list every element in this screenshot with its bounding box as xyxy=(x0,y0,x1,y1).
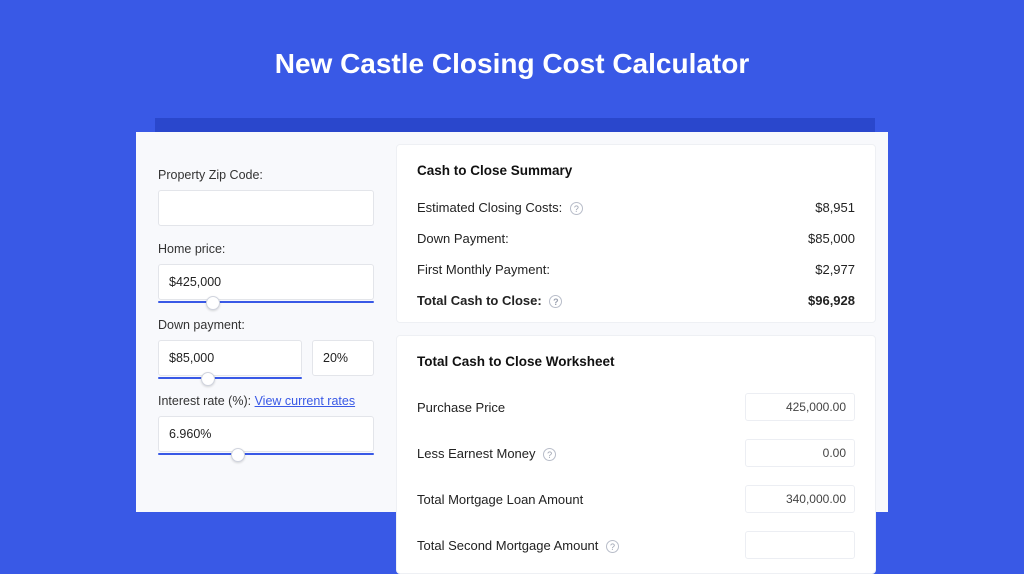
first-value: $2,977 xyxy=(815,262,855,277)
home-price-slider[interactable] xyxy=(158,301,374,303)
down-payment-slider-thumb[interactable] xyxy=(201,372,215,386)
wrow-second: Total Second Mortgage Amount ? xyxy=(417,521,855,567)
home-price-input[interactable] xyxy=(158,264,374,300)
purchase-value[interactable] xyxy=(745,393,855,421)
row-first-payment: First Monthly Payment: $2,977 xyxy=(417,254,855,285)
earnest-value[interactable] xyxy=(745,439,855,467)
down-label: Down Payment: xyxy=(417,231,509,246)
loan-value[interactable] xyxy=(745,485,855,513)
help-icon[interactable]: ? xyxy=(549,295,562,308)
wrow-loan: Total Mortgage Loan Amount xyxy=(417,475,855,521)
total-value: $96,928 xyxy=(808,293,855,308)
page-title: New Castle Closing Cost Calculator xyxy=(0,0,1024,108)
interest-rate-slider[interactable] xyxy=(158,453,374,455)
zip-input[interactable] xyxy=(158,190,374,226)
home-price-label: Home price: xyxy=(158,242,374,256)
interest-rate-label-text: Interest rate (%): xyxy=(158,394,255,408)
down-payment-label: Down payment: xyxy=(158,318,374,332)
help-icon[interactable]: ? xyxy=(543,448,556,461)
est-costs-label: Estimated Closing Costs: ? xyxy=(417,200,583,215)
worksheet-panel: Total Cash to Close Worksheet Purchase P… xyxy=(396,335,876,574)
inputs-panel: Property Zip Code: Home price: Down paym… xyxy=(136,132,396,512)
purchase-label: Purchase Price xyxy=(417,400,505,415)
down-payment-input[interactable] xyxy=(158,340,302,376)
earnest-label-text: Less Earnest Money xyxy=(417,446,536,461)
help-icon[interactable]: ? xyxy=(606,540,619,553)
second-value[interactable] xyxy=(745,531,855,559)
down-payment-pct-input[interactable] xyxy=(312,340,374,376)
calculator-card: Property Zip Code: Home price: Down paym… xyxy=(136,132,888,512)
row-down-payment: Down Payment: $85,000 xyxy=(417,223,855,254)
second-label-text: Total Second Mortgage Amount xyxy=(417,538,598,553)
home-price-field: Home price: xyxy=(158,242,374,302)
zip-field: Property Zip Code: xyxy=(158,168,374,226)
est-costs-value: $8,951 xyxy=(815,200,855,215)
wrow-earnest: Less Earnest Money ? xyxy=(417,429,855,475)
down-payment-field: Down payment: xyxy=(158,318,374,378)
wrow-purchase: Purchase Price xyxy=(417,383,855,429)
help-icon[interactable]: ? xyxy=(570,202,583,215)
row-total-cash: Total Cash to Close: ? $96,928 xyxy=(417,285,855,316)
results-panel: Cash to Close Summary Estimated Closing … xyxy=(396,132,888,512)
loan-label: Total Mortgage Loan Amount xyxy=(417,492,583,507)
zip-label: Property Zip Code: xyxy=(158,168,374,182)
interest-rate-label: Interest rate (%): View current rates xyxy=(158,394,374,408)
second-label: Total Second Mortgage Amount ? xyxy=(417,538,619,553)
earnest-label: Less Earnest Money ? xyxy=(417,446,556,461)
interest-rate-slider-thumb[interactable] xyxy=(231,448,245,462)
worksheet-title: Total Cash to Close Worksheet xyxy=(417,354,855,369)
row-est-costs: Estimated Closing Costs: ? $8,951 xyxy=(417,192,855,223)
down-value: $85,000 xyxy=(808,231,855,246)
summary-title: Cash to Close Summary xyxy=(417,163,855,178)
home-price-slider-thumb[interactable] xyxy=(206,296,220,310)
first-label: First Monthly Payment: xyxy=(417,262,550,277)
view-rates-link[interactable]: View current rates xyxy=(255,394,356,408)
total-label-text: Total Cash to Close: xyxy=(417,293,542,308)
interest-rate-input[interactable] xyxy=(158,416,374,452)
interest-rate-field: Interest rate (%): View current rates xyxy=(158,394,374,454)
down-payment-slider[interactable] xyxy=(158,377,302,379)
summary-panel: Cash to Close Summary Estimated Closing … xyxy=(396,144,876,323)
est-costs-label-text: Estimated Closing Costs: xyxy=(417,200,562,215)
total-label: Total Cash to Close: ? xyxy=(417,293,562,308)
